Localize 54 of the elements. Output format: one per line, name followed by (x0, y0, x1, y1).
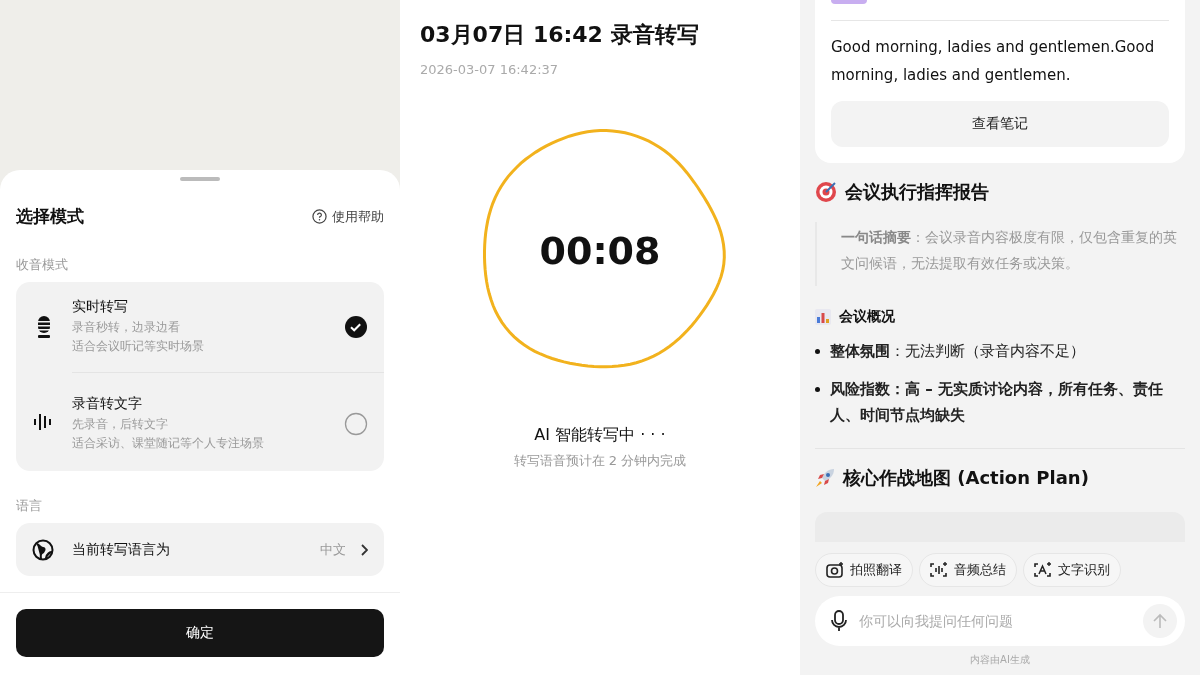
language-row[interactable]: 当前转写语言为 中文 (16, 523, 384, 576)
microphone-icon (36, 315, 52, 339)
bullet-text: 风险指数：高 – 无实质讨论内容，所有任务、责任人、时间节点均缺失 (830, 379, 1164, 426)
mode-description: 录音秒转，边录边看 (72, 319, 181, 336)
chevron-right-icon (360, 543, 368, 556)
target-icon (815, 181, 837, 203)
timestamp: 2026-03-07 16:42:37 (420, 62, 559, 77)
bullet-dot (815, 387, 820, 392)
confirm-button[interactable]: 确定 (16, 609, 384, 657)
transcript-text: Good morning, ladies and gentlemen.Good morning, ladies and gentlemen. (831, 37, 1156, 86)
row-label: 当前转写语言为 (72, 540, 171, 559)
drag-handle[interactable] (180, 177, 220, 181)
mode-title: 录音转文字 (72, 395, 143, 413)
help-link[interactable]: 使用帮助 (312, 207, 384, 226)
section-heading: 核心作战地图 (Action Plan) (843, 466, 1089, 490)
arrow-up-icon (1153, 613, 1167, 629)
mode-option[interactable]: 实时转写 录音秒转，边录边看 适合会议听记等实时场景 (16, 282, 384, 372)
section-label: 语言 (16, 497, 43, 515)
status-text: AI 智能转写中 · · · (534, 425, 666, 446)
recording-timer: 00:08 (539, 229, 661, 273)
chat-input-bar[interactable]: 你可以向我提问任何问题 (815, 596, 1185, 646)
mode-description: 适合会议听记等实时场景 (72, 338, 205, 355)
action-chip[interactable]: 文字识别 (1023, 553, 1121, 587)
action-chip[interactable]: 拍照翻译 (815, 553, 913, 587)
summary-quote: 一句话摘要：会议录音内容极度有限，仅包含重复的英文问候语，无法提取有效任务或决策。 (815, 222, 1185, 286)
question-input[interactable]: 你可以向我提问任何问题 (857, 612, 1133, 630)
microphone-icon (831, 610, 847, 632)
footer-note: 内容由AI生成 (969, 653, 1031, 667)
checked-radio[interactable] (344, 315, 368, 339)
bullet-dot (815, 349, 820, 354)
globe-icon (32, 538, 54, 561)
hint-text: 转写语音预计在 2 分钟内完成 (513, 452, 687, 470)
sheet-title: 选择模式 (16, 205, 84, 228)
text-scan-icon (1034, 562, 1052, 578)
mode-option[interactable]: 录音转文字 先录音，后转文字 适合采访、课堂随记等个人专注场景 (16, 372, 384, 471)
view-notes-button[interactable]: 查看笔记 (831, 101, 1169, 147)
subsection-heading: 会议概况 (839, 308, 895, 326)
mode-description: 适合采访、课堂随记等个人专注场景 (72, 435, 265, 452)
bullet-text: 整体氛围：无法判断（录音内容不足） (830, 341, 1085, 362)
action-chip[interactable]: 音频总结 (919, 553, 1017, 587)
section-label: 收音模式 (16, 256, 69, 274)
recording-title: 03月07日 16:42 录音转写 (420, 21, 699, 49)
row-value: 中文 (320, 540, 346, 559)
radio-button[interactable] (344, 412, 368, 436)
audio-scan-icon (930, 562, 948, 578)
section-heading: 会议执行指挥报告 (845, 180, 989, 204)
rocket-icon (815, 468, 835, 488)
camera-icon (826, 562, 844, 578)
bar-chart-icon (815, 309, 831, 325)
question-icon (312, 209, 327, 224)
tag (831, 0, 867, 4)
mode-description: 先录音，后转文字 (72, 416, 169, 433)
send-button[interactable] (1143, 604, 1177, 638)
mode-title: 实时转写 (72, 298, 129, 316)
